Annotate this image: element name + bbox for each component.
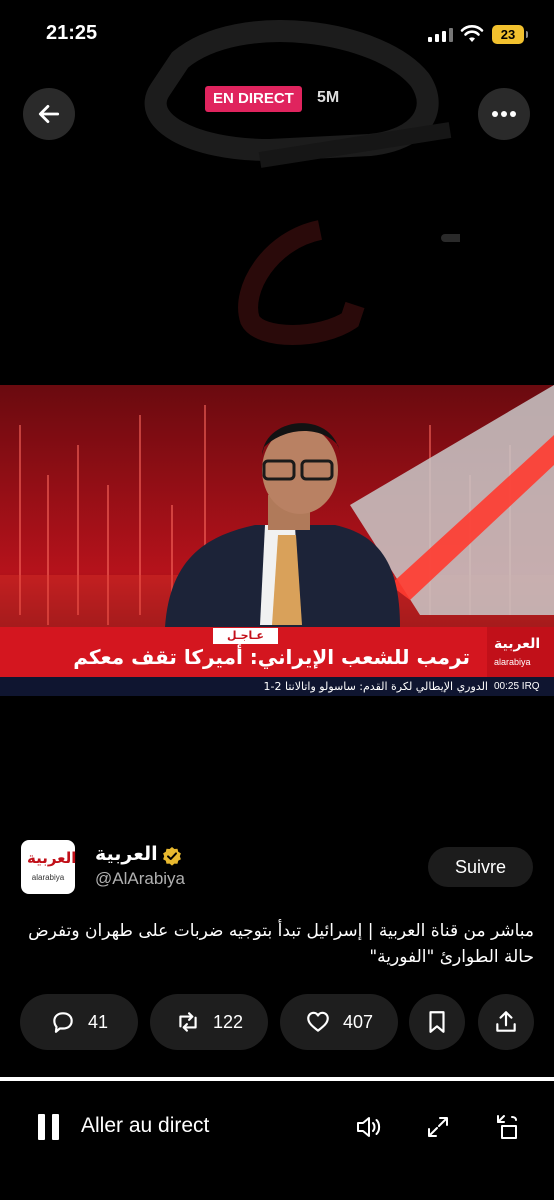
more-icon [492,111,516,117]
tweet-text: مباشر من قناة العربية | إسرائيل تبدأ بتو… [28,921,534,967]
like-count: 407 [342,1011,374,1032]
background-artwork [144,20,460,345]
live-badge: EN DIRECT [205,86,302,112]
share-button[interactable] [478,994,534,1050]
arrow-left-icon [38,105,60,123]
breaking-tag: عـاجـل [213,628,278,644]
channel-logo-box [487,627,554,677]
playback-progress-bar[interactable] [0,1077,554,1081]
author-display-name[interactable]: العربية [95,843,158,865]
video-headline: ترمب للشعب الإيراني: أميركا تقف معكم [73,645,470,669]
share-icon [496,1011,516,1032]
bookmark-button[interactable] [409,994,465,1050]
avatar[interactable]: العربية alarabiya [21,840,77,894]
channel-logo-latin: alarabiya [494,657,531,667]
author-handle[interactable]: @AlArabiya [95,869,185,889]
sub-ticker-text: الدوري الإيطالي لكرة القدم: ساسولو واتال… [263,680,488,693]
reply-button[interactable]: 41 [20,994,138,1050]
bookmark-icon [429,1011,445,1033]
status-time: 21:25 [46,22,98,44]
like-button[interactable]: 407 [280,994,398,1050]
volume-icon[interactable] [354,1112,384,1142]
heart-icon [307,1011,329,1032]
back-button[interactable] [23,88,75,140]
battery-indicator: 23 [492,25,528,44]
follow-button[interactable]: Suivre [428,847,533,887]
reply-count: 41 [87,1011,109,1032]
viewer-count: 5M [317,89,340,106]
go-live-button[interactable]: Aller au direct [81,1114,209,1138]
more-options-button[interactable] [478,88,530,140]
avatar-logo-latin: alarabiya [31,873,65,882]
channel-logo-arabic: العربية [494,636,541,652]
wifi-icon [460,25,484,42]
comment-icon [53,1012,73,1033]
pause-icon[interactable] [38,1114,60,1140]
repost-button[interactable]: 122 [150,994,268,1050]
avatar-logo-arabic: العربية [27,849,77,867]
rotate-icon[interactable] [492,1112,522,1142]
repost-count: 122 [212,1011,244,1032]
playback-progress-fill [0,1077,554,1081]
repost-icon [179,1012,197,1032]
broadcast-clock: 00:25 IRQ [494,681,540,692]
expand-icon[interactable] [423,1112,453,1142]
verified-badge-icon [163,847,181,866]
